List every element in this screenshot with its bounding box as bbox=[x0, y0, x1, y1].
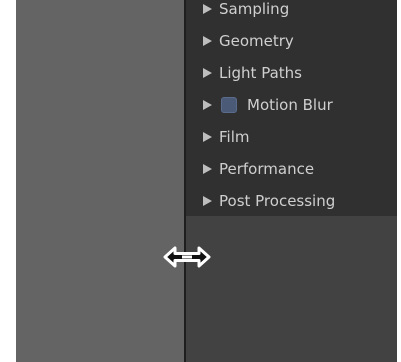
disclosure-triangle-icon bbox=[203, 196, 212, 206]
panel-header-light-paths[interactable]: Light Paths bbox=[203, 61, 302, 85]
panel-label: Performance bbox=[219, 160, 315, 178]
horizontal-resize-cursor-icon bbox=[163, 246, 211, 268]
panel-header-geometry[interactable]: Geometry bbox=[203, 29, 294, 53]
motion-blur-checkbox[interactable] bbox=[221, 97, 237, 113]
panel-label: Sampling bbox=[219, 0, 290, 18]
panel-header-performance[interactable]: Performance bbox=[203, 157, 314, 181]
panel-header-sampling[interactable]: Sampling bbox=[203, 0, 289, 21]
viewport-area[interactable] bbox=[16, 0, 184, 362]
disclosure-triangle-icon bbox=[203, 36, 212, 46]
panel-header-film[interactable]: Film bbox=[203, 125, 249, 149]
panel-label: Post Processing bbox=[219, 192, 336, 210]
disclosure-triangle-icon bbox=[203, 132, 212, 142]
panel-label: Geometry bbox=[219, 32, 294, 50]
disclosure-triangle-icon bbox=[203, 164, 212, 174]
render-panel-list: Sampling Geometry Light Paths Motion Blu… bbox=[186, 0, 397, 216]
disclosure-triangle-icon bbox=[203, 100, 212, 110]
properties-editor: Sampling Geometry Light Paths Motion Blu… bbox=[186, 0, 397, 362]
panel-label: Motion Blur bbox=[247, 96, 333, 114]
panel-header-motion-blur[interactable]: Motion Blur bbox=[203, 93, 333, 117]
panel-label: Film bbox=[219, 128, 250, 146]
panel-label: Light Paths bbox=[219, 64, 302, 82]
disclosure-triangle-icon bbox=[203, 4, 212, 14]
panel-header-post-processing[interactable]: Post Processing bbox=[203, 189, 335, 213]
disclosure-triangle-icon bbox=[203, 68, 212, 78]
